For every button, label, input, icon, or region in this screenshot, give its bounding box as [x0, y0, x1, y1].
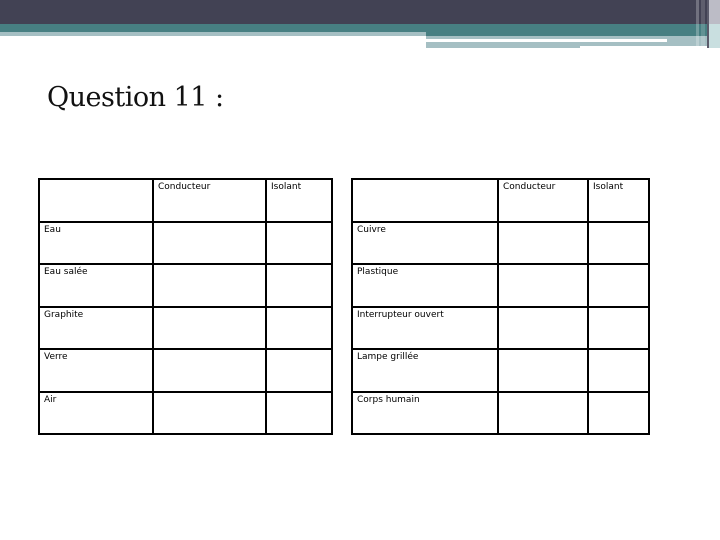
row-label: Eau	[38, 220, 154, 265]
slide-title: Question 11 :	[47, 82, 224, 113]
table-row: Plastique	[351, 263, 650, 308]
table-row: Cuivre	[351, 220, 650, 265]
isolant-cell[interactable]	[265, 263, 333, 308]
conducteur-cell[interactable]	[497, 220, 589, 265]
header-cell-conducteur: Conducteur	[497, 178, 589, 223]
classification-table-right: Conducteur Isolant Cuivre Plastique Inte…	[351, 178, 650, 435]
isolant-cell[interactable]	[587, 305, 650, 350]
row-label: Plastique	[351, 263, 499, 308]
table-header-row: Conducteur Isolant	[38, 178, 333, 223]
isolant-cell[interactable]	[265, 220, 333, 265]
header-cell-isolant: Isolant	[587, 178, 650, 223]
row-label: Cuivre	[351, 220, 499, 265]
isolant-cell[interactable]	[587, 263, 650, 308]
isolant-cell[interactable]	[587, 390, 650, 435]
isolant-cell[interactable]	[587, 348, 650, 393]
table-row: Corps humain	[351, 390, 650, 435]
row-label: Lampe grillée	[351, 348, 499, 393]
conducteur-cell[interactable]	[497, 305, 589, 350]
classification-table-left: Conducteur Isolant Eau Eau salée Graphit…	[38, 178, 333, 435]
conducteur-cell[interactable]	[152, 263, 267, 308]
conducteur-cell[interactable]	[152, 305, 267, 350]
row-label: Verre	[38, 348, 154, 393]
isolant-cell[interactable]	[265, 390, 333, 435]
isolant-cell[interactable]	[587, 220, 650, 265]
row-label: Interrupteur ouvert	[351, 305, 499, 350]
conducteur-cell[interactable]	[152, 390, 267, 435]
header-stripe	[701, 0, 705, 46]
table-row: Lampe grillée	[351, 348, 650, 393]
row-label: Eau salée	[38, 263, 154, 308]
header-cell-isolant: Isolant	[265, 178, 333, 223]
conducteur-cell[interactable]	[152, 220, 267, 265]
isolant-cell[interactable]	[265, 348, 333, 393]
header-cell-conducteur: Conducteur	[152, 178, 267, 223]
conducteur-cell[interactable]	[152, 348, 267, 393]
header-cell-empty	[351, 178, 499, 223]
table-row: Eau salée	[38, 263, 333, 308]
conducteur-cell[interactable]	[497, 390, 589, 435]
isolant-cell[interactable]	[265, 305, 333, 350]
table-row: Interrupteur ouvert	[351, 305, 650, 350]
table-row: Graphite	[38, 305, 333, 350]
header-bar-teal	[0, 24, 720, 32]
header-bar-dark	[0, 0, 720, 24]
header-cell-empty	[38, 178, 154, 223]
conducteur-cell[interactable]	[497, 263, 589, 308]
conducteur-cell[interactable]	[497, 348, 589, 393]
header-bar-light-left	[0, 32, 426, 36]
table-row: Eau	[38, 220, 333, 265]
header-stripe	[696, 0, 699, 46]
header-stripe	[709, 0, 720, 24]
table-row: Air	[38, 390, 333, 435]
header-bar-light-right-3	[426, 42, 580, 48]
row-label: Air	[38, 390, 154, 435]
table-row: Verre	[38, 348, 333, 393]
header-stripe	[709, 24, 720, 48]
table-header-row: Conducteur Isolant	[351, 178, 650, 223]
header-bar-light-right-4	[580, 42, 708, 46]
row-label: Corps humain	[351, 390, 499, 435]
row-label: Graphite	[38, 305, 154, 350]
